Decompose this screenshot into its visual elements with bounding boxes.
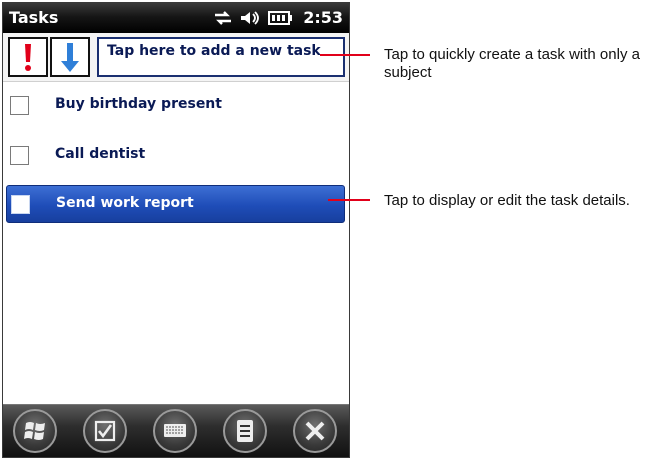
menu-icon: [237, 420, 253, 442]
clock: 2:53: [303, 8, 343, 27]
soft-key-bar: [3, 404, 349, 457]
phone-screen: Tasks 2:53 Tap here to add a new task Bu…: [2, 2, 350, 458]
task-label: Buy birthday present: [55, 96, 222, 112]
app-title: Tasks: [9, 8, 59, 27]
complete-task-button[interactable]: [83, 409, 127, 453]
speaker-icon: [241, 11, 259, 25]
close-icon: [305, 421, 325, 441]
close-button[interactable]: [293, 409, 337, 453]
sort-button[interactable]: [50, 37, 90, 77]
callout-line-task-details: [328, 199, 370, 201]
callout-add-task: Tap to quickly create a task with only a…: [384, 46, 640, 81]
status-bar: Tasks 2:53: [3, 3, 349, 33]
task-checkbox[interactable]: [11, 195, 30, 214]
keyboard-icon: [164, 424, 186, 437]
priority-button[interactable]: [8, 37, 48, 77]
task-row-selected[interactable]: Send work report: [6, 185, 345, 223]
keyboard-button[interactable]: [153, 409, 197, 453]
battery-icon: [268, 11, 292, 25]
task-checkbox[interactable]: [10, 96, 29, 115]
windows-start-icon: [24, 422, 45, 440]
down-arrow-icon: [61, 43, 79, 72]
task-label: Send work report: [56, 195, 194, 211]
start-button[interactable]: [13, 409, 57, 453]
task-checkbox[interactable]: [10, 146, 29, 165]
sync-arrows-icon: [215, 11, 231, 25]
checkmark-box-icon: [94, 420, 116, 442]
menu-button[interactable]: [223, 409, 267, 453]
exclamation-icon: [25, 44, 31, 71]
task-label: Call dentist: [55, 146, 146, 162]
callout-line-add-task: [320, 54, 370, 56]
quick-entry-bar: Tap here to add a new task: [3, 33, 349, 82]
task-row[interactable]: Call dentist: [3, 137, 349, 175]
status-icons: 2:53: [213, 7, 343, 29]
callout-task-details: Tap to display or edit the task details.: [384, 192, 630, 209]
task-row[interactable]: Buy birthday present: [3, 87, 349, 125]
add-task-input[interactable]: Tap here to add a new task: [97, 37, 345, 77]
